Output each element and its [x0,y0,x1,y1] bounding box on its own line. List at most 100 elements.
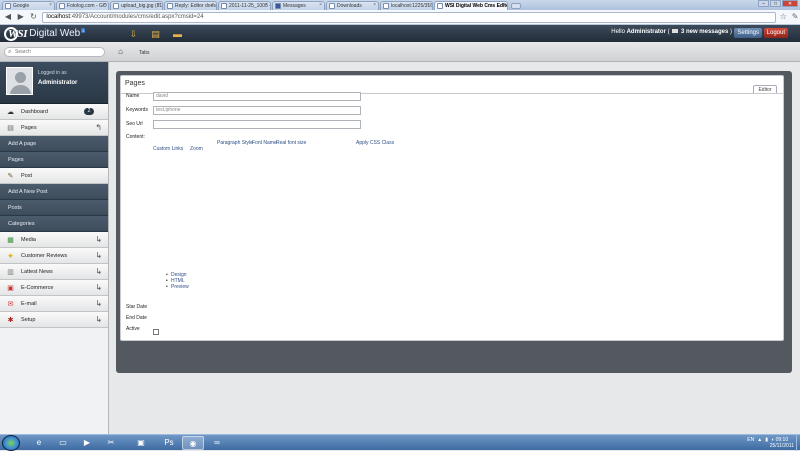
mail-icon: ✉ [7,301,14,308]
network-icon[interactable]: ▮ [765,437,768,443]
app-icon[interactable]: ▣ [130,436,152,450]
upload-icon[interactable]: ⇩ [127,28,139,40]
browser-tab[interactable]: 2011-11-25_1005 - Rumen× [218,1,271,10]
wsi-logo[interactable]: WSI Digital Web 5 [4,26,86,41]
close-window-button[interactable]: ✕ [782,0,798,7]
home-icon[interactable]: ⌂ [116,47,125,56]
browser-tab[interactable]: Downloads × [326,1,379,10]
wrench-menu-icon[interactable]: ✎ [790,12,800,22]
url-field[interactable]: localhost:49973/Account/modules/cms/edit… [42,11,777,23]
expand-arrow-icon[interactable]: ↳ [95,312,102,328]
browser-tab[interactable]: WSI Digital Web Cms Editor × [434,1,508,10]
forum-icon [167,3,173,9]
sidebar-subitem-pages[interactable]: Pages [0,152,108,168]
media-player-icon[interactable]: ▶ [76,436,98,450]
close-tab-icon[interactable]: × [211,2,214,8]
expand-arrow-icon[interactable]: ↳ [95,280,102,296]
settings-button[interactable]: Settings [734,28,762,38]
tools-icon[interactable]: ✂ [100,436,122,450]
sidebar-subitem-add-a-new-post[interactable]: Add A New Post [0,184,108,200]
media-icon: ▦ [7,237,14,244]
browser-tab-label: Downloads [337,3,362,9]
window-controls: – □ ✕ [758,0,798,7]
wsi-icon [437,3,443,9]
sidebar-subitem-add-a-page[interactable]: Add A page [0,136,108,152]
close-tab-icon[interactable]: × [157,2,160,8]
new-tab-button[interactable] [511,3,521,9]
sidebar: Logged in as Administrator ☁ Dashboard 2 ▤ P… [0,62,109,434]
new-messages-link[interactable]: 3 new messages [681,29,728,35]
sidebar-item-e-commerce[interactable]: ▣ E-Commerce ↳ [0,280,108,296]
sub-toolbar: Search ⌕ ⌂ Tabs [0,42,800,62]
active-checkbox[interactable] [153,329,159,335]
mail-icon [221,3,227,9]
browser-tab[interactable]: Google × [2,1,55,10]
explorer-icon[interactable]: ▭ [52,436,74,450]
font-name-dropdown[interactable]: Font Name [252,140,277,146]
show-desktop-button[interactable] [796,435,800,451]
clock-date: 25/11/2011 [769,443,794,449]
sidebar-item-customer-reviews[interactable]: ★ Customer Reviews ↳ [0,248,108,264]
browser-tab[interactable]: Reply: Editor does not work× [164,1,217,10]
ie-icon[interactable]: e [28,436,50,450]
mode-preview[interactable]: Preview [166,284,189,290]
sidebar-item-lattest-news[interactable]: ▥ Lattest News ↳ [0,264,108,280]
font-size-dropdown[interactable]: Real font size [276,140,306,146]
keywords-field[interactable]: test,iphone [153,106,361,115]
expand-arrow-icon[interactable]: ↳ [95,264,102,280]
language-indicator[interactable]: EN [747,437,754,443]
browser-tab[interactable]: Fotolog.com - GO PRO!× [56,1,109,10]
expand-arrow-icon[interactable]: ↳ [95,232,102,248]
back-arrow-icon[interactable]: ◀ [3,12,13,22]
facebook-icon [275,3,281,9]
close-tab-icon[interactable]: × [265,2,268,8]
paragraph-style-dropdown[interactable]: Paragraph Style [217,140,253,146]
expand-arrow-icon[interactable]: ↳ [95,296,102,312]
close-tab-icon[interactable]: × [502,2,505,8]
sidebar-subitem-categories[interactable]: Categories [0,216,108,232]
sidebar-item-dashboard[interactable]: ☁ Dashboard 2 [0,104,108,120]
documents-icon[interactable]: ▤ [149,28,161,40]
minimize-button[interactable]: – [758,0,769,7]
photoshop-icon[interactable]: Ps [158,436,180,450]
sidebar-item-media[interactable]: ▦ Media ↳ [0,232,108,248]
reload-icon[interactable]: ↻ [29,12,39,22]
close-tab-icon[interactable]: × [427,2,430,8]
custom-links-dropdown[interactable]: Custom Links [153,146,183,152]
app-header: WSI Digital Web 5 ⇩ ▤ ▬ Hello Administra… [0,25,800,42]
expand-arrow-icon[interactable]: ↳ [95,248,102,264]
close-tab-icon[interactable]: × [49,2,52,8]
logout-button[interactable]: Logout [763,28,788,38]
css-class-dropdown[interactable]: Apply CSS Class [356,140,394,146]
browser-tab[interactable]: upload_big.jpg (817×392)× [110,1,163,10]
sidebar-item-e-mail[interactable]: ✉ E-mail ↳ [0,296,108,312]
zoom-dropdown[interactable]: Zoom [190,146,203,152]
seo-url-field[interactable] [153,120,361,129]
clock[interactable]: 09:10 25/11/2011 [770,437,794,449]
browser-tab[interactable]: Messages × [272,1,325,10]
sidebar-item-setup[interactable]: ✱ Setup ↳ [0,312,108,328]
close-tab-icon[interactable]: × [103,2,106,8]
sidebar-item-post[interactable]: ✎ Post [0,168,108,184]
visual-studio-icon[interactable]: ∞ [206,436,228,450]
close-tab-icon[interactable]: × [319,2,322,8]
sidebar-item-pages[interactable]: ▤ Pages ↰ [0,120,108,136]
maximize-button[interactable]: □ [770,0,781,7]
sidebar-subitem-posts[interactable]: Posts [0,200,108,216]
collapse-arrow-icon[interactable]: ↰ [95,120,102,136]
bookmark-star-icon[interactable]: ☆ [778,12,788,22]
download-icon [329,3,335,9]
chrome-icon[interactable]: ◉ [182,436,204,450]
close-tab-icon[interactable]: × [373,2,376,8]
start-button[interactable] [2,435,20,451]
sidebar-item-label: Pages [21,125,37,131]
browser-tab[interactable]: localhost:1225/316837_edit× [380,1,433,10]
name-field[interactable]: david [153,92,361,101]
profile-box: Logged in as Administrator [0,62,108,104]
hello-message: Hello Administrator ( 3 new messages ) [611,29,732,35]
breadcrumb[interactable]: Tabs [139,50,150,56]
folder-icon[interactable]: ▬ [171,28,183,40]
forward-arrow-icon[interactable]: ▶ [16,12,26,22]
tray-arrow-icon[interactable]: ▲ [757,437,762,443]
search-input[interactable]: Search [4,47,105,57]
